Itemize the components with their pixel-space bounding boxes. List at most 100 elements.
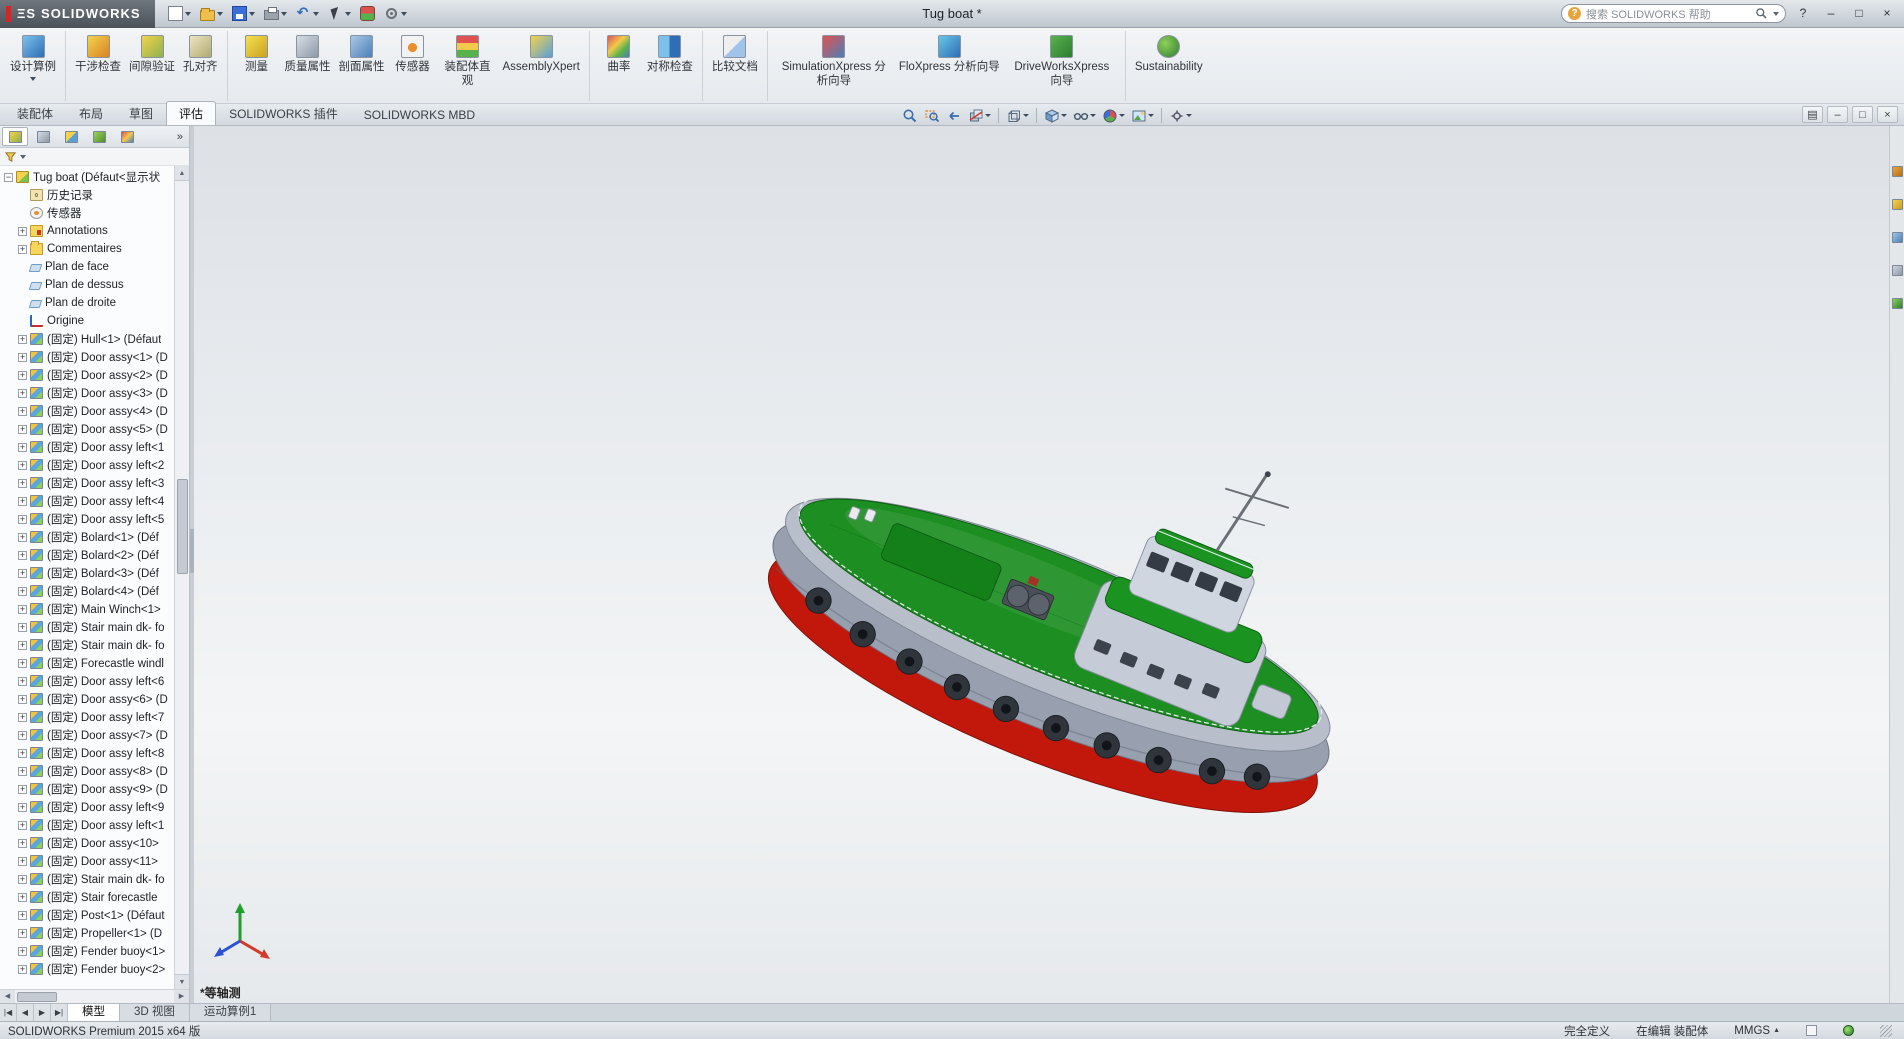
assemblyxpert-button[interactable]: AssemblyXpert <box>499 31 590 101</box>
expand-toggle[interactable]: + <box>18 839 27 848</box>
tab-model[interactable]: 模型 <box>68 1004 120 1021</box>
tree-item[interactable]: + (固定) Door assy left<1 <box>2 438 173 456</box>
expand-toggle[interactable]: + <box>18 443 27 452</box>
tab-motion-study[interactable]: 运动算例1 <box>190 1004 271 1021</box>
tree-item[interactable]: + (固定) Door assy left<3 <box>2 474 173 492</box>
tree-item[interactable]: + (固定) Door assy<10> <box>2 834 173 852</box>
tree-item[interactable]: + (固定) Post<1> (Défaut <box>2 906 173 924</box>
expand-toggle[interactable]: + <box>18 893 27 902</box>
scrollbar-thumb[interactable] <box>177 479 188 574</box>
tree-item[interactable]: Plan de droite <box>2 294 173 312</box>
expand-toggle[interactable]: + <box>18 551 27 560</box>
status-document-icon[interactable] <box>1806 1025 1817 1036</box>
tree-item[interactable]: + (固定) Door assy<2> (D <box>2 366 173 384</box>
tree-item[interactable]: − Tug boat (Défaut<显示状 <box>2 168 173 186</box>
display-style-button[interactable] <box>1042 107 1069 125</box>
clearance-verify-button[interactable]: 间隙验证 <box>125 31 179 101</box>
first-tab-button[interactable]: |◀ <box>0 1004 17 1021</box>
tree-item[interactable]: + (固定) Door assy<4> (D <box>2 402 173 420</box>
expand-toggle[interactable]: + <box>18 749 27 758</box>
next-tab-button[interactable]: ▶ <box>34 1004 51 1021</box>
expand-toggle[interactable]: + <box>18 461 27 470</box>
expand-toggle[interactable]: + <box>18 677 27 686</box>
open-button[interactable] <box>197 5 226 23</box>
tree-item[interactable]: + (固定) Hull<1> (Défaut <box>2 330 173 348</box>
tree-item[interactable]: + (固定) Propeller<1> (D <box>2 924 173 942</box>
expand-toggle[interactable]: + <box>18 929 27 938</box>
tree-item[interactable]: + (固定) Stair forecastle <box>2 888 173 906</box>
scrollbar-thumb[interactable] <box>17 992 57 1002</box>
tab-3d-views[interactable]: 3D 视图 <box>120 1004 190 1021</box>
tree-item[interactable]: 传感器 <box>2 204 173 222</box>
tree-item[interactable]: + (固定) Door assy<11> <box>2 852 173 870</box>
filter-caret[interactable] <box>20 155 26 159</box>
expand-toggle[interactable]: + <box>18 857 27 866</box>
driveworksxpress-button[interactable]: DriveWorksXpress 向导 <box>1004 31 1126 101</box>
design-library-icon[interactable] <box>1892 199 1903 210</box>
measure-button[interactable]: 测量 <box>233 31 281 101</box>
propertymanager-tab[interactable] <box>30 127 56 146</box>
expand-toggle[interactable]: + <box>18 659 27 668</box>
expand-toggle[interactable]: + <box>18 965 27 974</box>
sensor-button[interactable]: 传感器 <box>389 31 437 101</box>
rebuild-button[interactable] <box>357 4 378 23</box>
quick-tips-icon[interactable] <box>1843 1025 1854 1036</box>
expand-toggle[interactable]: + <box>18 731 27 740</box>
select-button[interactable] <box>325 4 354 23</box>
tree-item[interactable]: + (固定) Door assy<6> (D <box>2 690 173 708</box>
tree-item[interactable]: + (固定) Bolard<2> (Déf <box>2 546 173 564</box>
tree-item[interactable]: + (固定) Door assy<8> (D <box>2 762 173 780</box>
tree-item[interactable]: + (固定) Door assy left<4 <box>2 492 173 510</box>
expand-toggle[interactable]: + <box>18 695 27 704</box>
search-scope-caret[interactable] <box>1773 12 1779 16</box>
hole-alignment-button[interactable]: 孔对齐 <box>179 31 228 101</box>
expand-toggle[interactable]: + <box>18 389 27 398</box>
view-palette-icon[interactable] <box>1892 265 1903 276</box>
tree-item[interactable]: + (固定) Door assy left<6 <box>2 672 173 690</box>
tree-item[interactable]: Plan de face <box>2 258 173 276</box>
scroll-left-arrow[interactable]: ◀ <box>0 990 15 1003</box>
compare-documents-button[interactable]: 比较文档 <box>708 31 768 101</box>
resize-grip[interactable] <box>1880 1025 1892 1037</box>
edit-appearance-button[interactable] <box>1100 107 1127 125</box>
curvature-button[interactable]: 曲率 <box>595 31 643 101</box>
assembly-visualization-button[interactable]: 装配体直观 <box>437 31 499 101</box>
tree-item[interactable]: + (固定) Door assy left<7 <box>2 708 173 726</box>
tree-item[interactable]: + (固定) Fender buoy<1> <box>2 942 173 960</box>
dimxpert-tab[interactable] <box>86 127 112 146</box>
expand-toggle[interactable]: + <box>18 911 27 920</box>
expand-toggle[interactable]: + <box>18 947 27 956</box>
tree-item[interactable]: + (固定) Bolard<3> (Déf <box>2 564 173 582</box>
appearances-icon[interactable] <box>1892 298 1903 309</box>
expand-toggle[interactable]: + <box>18 335 27 344</box>
previous-tab-button[interactable]: ◀ <box>17 1004 34 1021</box>
interference-check-button[interactable]: 干涉检查 <box>71 31 125 101</box>
apply-scene-button[interactable] <box>1129 107 1156 125</box>
close-button[interactable]: × <box>1876 5 1898 23</box>
expand-toggle[interactable]: + <box>18 497 27 506</box>
expand-toggle[interactable]: + <box>18 425 27 434</box>
expand-toggle[interactable]: + <box>18 479 27 488</box>
new-document-button[interactable] <box>165 4 194 23</box>
zoom-area-button[interactable] <box>922 107 942 125</box>
expand-toggle[interactable]: + <box>18 623 27 632</box>
expand-toggle[interactable]: + <box>18 641 27 650</box>
previous-view-button[interactable] <box>944 107 964 125</box>
ribbon-display-button[interactable]: ▤ <box>1802 106 1823 123</box>
displaymanager-tab[interactable] <box>114 127 140 146</box>
expand-toggle[interactable]: + <box>18 371 27 380</box>
tab-solidworks-mbd[interactable]: SOLIDWORKS MBD <box>351 104 488 125</box>
tree-item[interactable]: + (固定) Bolard<1> (Déf <box>2 528 173 546</box>
definition-status[interactable]: 完全定义 <box>1564 1023 1610 1039</box>
tree-item[interactable]: + Commentaires <box>2 240 173 258</box>
symmetry-check-button[interactable]: 对称检查 <box>643 31 703 101</box>
doc-minimize-button[interactable]: – <box>1827 106 1848 123</box>
expand-toggle[interactable]: + <box>18 713 27 722</box>
resources-icon[interactable] <box>1892 166 1903 177</box>
tree-item[interactable]: + (固定) Door assy<7> (D <box>2 726 173 744</box>
last-tab-button[interactable]: ▶| <box>51 1004 68 1021</box>
tree-item[interactable]: + (固定) Bolard<4> (Déf <box>2 582 173 600</box>
hide-show-items-button[interactable] <box>1071 107 1098 125</box>
expand-toggle[interactable]: + <box>18 821 27 830</box>
expand-toggle[interactable]: + <box>18 875 27 884</box>
